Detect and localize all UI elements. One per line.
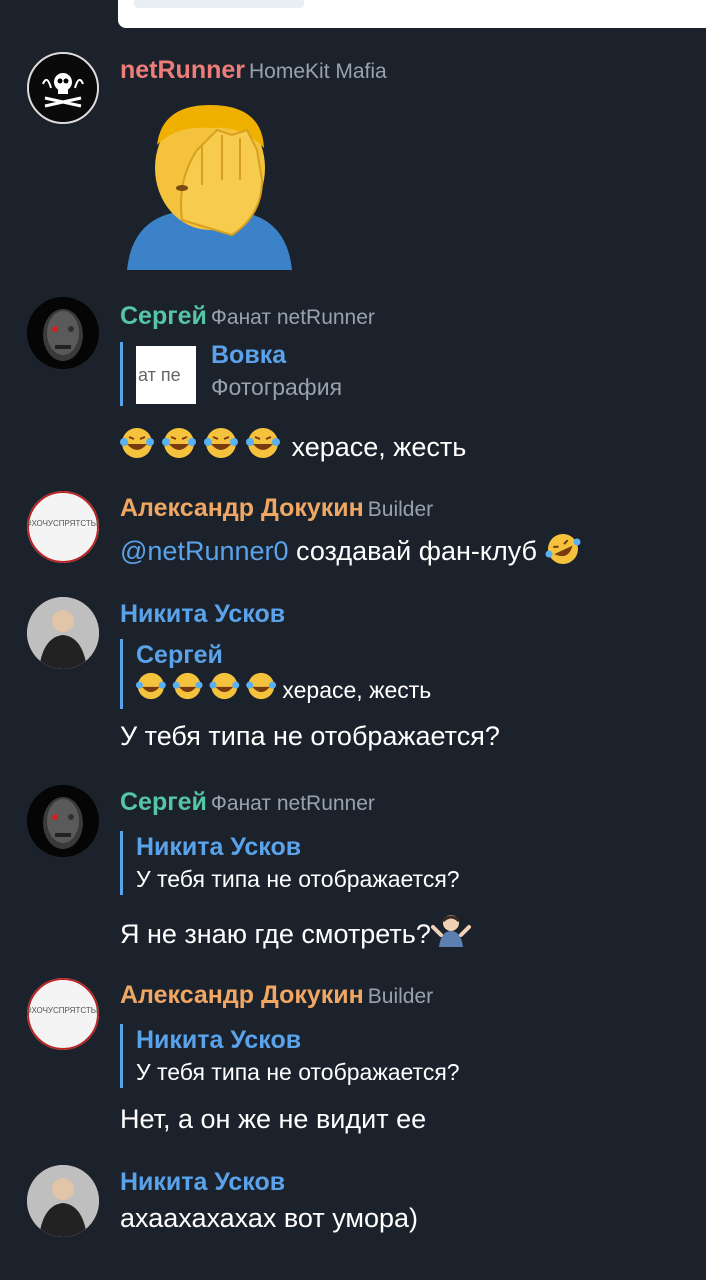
previous-message-card <box>118 0 706 28</box>
avatar-aleksandr[interactable]: #ХОЧУСПРЯТСТЬК <box>27 491 99 563</box>
reply-author: Никита Усков <box>136 833 302 861</box>
avatar-sergey[interactable] <box>27 785 99 857</box>
message-text-line: @netRunner0 создавай фан-клуб <box>120 532 696 574</box>
avatar-nikita[interactable] <box>27 1165 99 1237</box>
message-text: Нет, а он же не видит ее <box>120 1104 427 1134</box>
facepalm-emoji-icon <box>127 105 292 270</box>
sender-name[interactable]: Александр Докукин <box>120 981 364 1009</box>
avatar-aleksandr[interactable]: #ХОЧУСПРЯТСТЬК <box>27 978 99 1050</box>
sender-name[interactable]: Никита Усков <box>120 1168 285 1196</box>
sender-name[interactable]: Сергей <box>120 302 207 330</box>
avatar-hashtag-text: #ХОЧУСПРЯТСТЬК <box>27 1006 99 1015</box>
reply-text: херасе, жесть <box>282 677 432 703</box>
sender-line: Сергей Фанат netRunner <box>120 787 696 819</box>
reply-preview[interactable]: Никита Усков У тебя типа не отображается… <box>120 1024 696 1088</box>
avatar-netrunner[interactable] <box>27 52 99 124</box>
reply-author: Сергей <box>136 641 223 669</box>
reply-body: Вовка Фотография <box>211 339 342 403</box>
shrug-icon <box>430 913 471 955</box>
sender-line: Александр Докукин Builder <box>120 493 696 525</box>
sender-line: Никита Усков <box>120 1167 696 1197</box>
sender-line: Александр Докукин Builder <box>120 980 696 1012</box>
reply-preview[interactable]: Никита Усков У тебя типа не отображается… <box>120 831 696 895</box>
sender-role: Фанат netRunner <box>210 792 375 815</box>
laugh-tears-icon <box>120 426 280 468</box>
reply-text-line: херасе, жесть <box>136 671 696 709</box>
reply-author: Вовка <box>211 341 287 369</box>
message-text: У тебя типа не отображается? <box>120 721 500 751</box>
sender-role: Builder <box>367 985 434 1008</box>
person-photo-icon <box>27 1165 99 1237</box>
sender-line: Никита Усков <box>120 599 696 629</box>
avatar-hashtag-text: #ХОЧУСПРЯТСТЬК <box>27 519 99 528</box>
terminator-avatar-icon <box>27 297 99 369</box>
person-photo-icon <box>27 597 99 669</box>
reply-preview[interactable]: Сергей херасе, жесть <box>120 639 696 709</box>
facepalm-sticker[interactable] <box>122 100 297 272</box>
reply-preview[interactable]: ат пе Вовка Фотография <box>120 339 696 406</box>
avatar-nikita[interactable] <box>27 597 99 669</box>
message-text: херасе, жесть <box>291 432 467 462</box>
sender-name[interactable]: Никита Усков <box>120 600 285 628</box>
mention-link[interactable]: @netRunner0 <box>120 536 289 566</box>
message-text: создавай фан-клуб <box>296 536 538 567</box>
sender-role: HomeKit Mafia <box>249 60 387 83</box>
sender-line: netRunner HomeKit Mafia <box>120 55 696 87</box>
sender-role: Builder <box>367 498 434 521</box>
laugh-tears-icon <box>136 671 276 709</box>
reply-text: У тебя типа не отображается? <box>136 866 460 892</box>
message-text: Я не знаю где смотреть? <box>120 919 431 949</box>
message-text-line: Я не знаю где смотреть? <box>120 913 696 955</box>
reply-author: Никита Усков <box>136 1026 302 1054</box>
message-text-line: херасе, жесть <box>120 426 696 468</box>
reply-text: Фотография <box>211 374 343 400</box>
skull-icon <box>29 54 97 122</box>
reply-photo-thumbnail: ат пе <box>136 346 196 404</box>
reply-text: У тебя типа не отображается? <box>136 1059 460 1085</box>
sender-name[interactable]: netRunner <box>120 56 245 84</box>
sender-role: Фанат netRunner <box>210 306 375 329</box>
message-text: ахаахахахах вот умора) <box>120 1203 419 1233</box>
avatar-sergey[interactable] <box>27 297 99 369</box>
rofl-icon <box>545 532 581 574</box>
sender-line: Сергей Фанат netRunner <box>120 301 696 333</box>
terminator-avatar-icon <box>27 785 99 857</box>
sender-name[interactable]: Александр Докукин <box>120 494 364 522</box>
previous-message-bar <box>134 0 304 8</box>
sender-name[interactable]: Сергей <box>120 788 207 816</box>
